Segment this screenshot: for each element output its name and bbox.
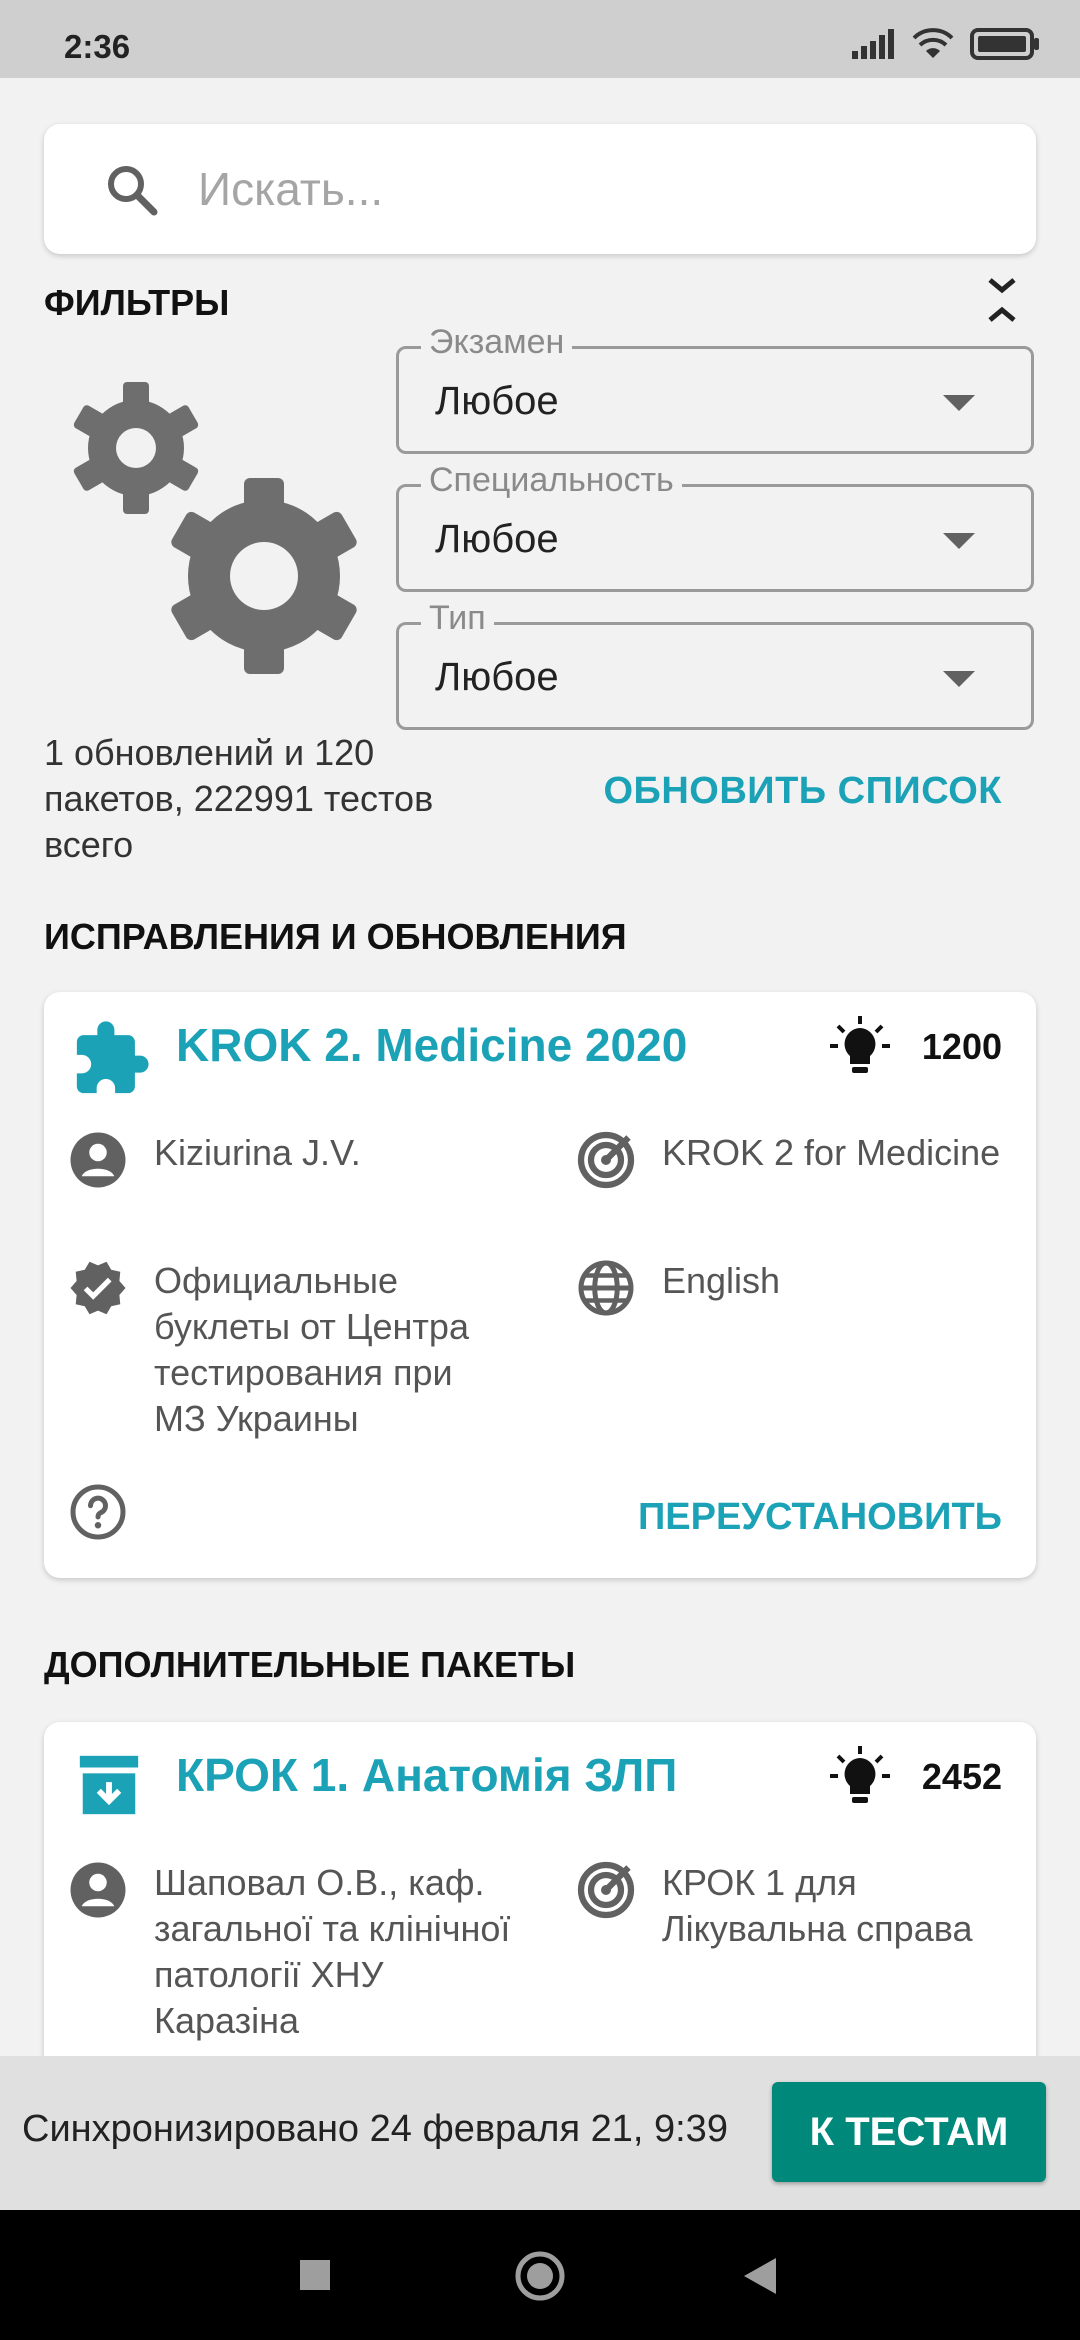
to-tests-button[interactable]: К ТЕСТАМ <box>772 2082 1046 2182</box>
update-package-card[interactable]: KROK 2. Medicine 2020 1200 Kiziurina J.V… <box>44 992 1036 1578</box>
system-nav-bar <box>0 2210 1080 2340</box>
lightbulb-icon <box>830 1746 890 1803</box>
home-icon[interactable] <box>514 2250 566 2302</box>
package-title: КРОК 1. Анатомія ЗЛП <box>176 1749 678 1801</box>
dropdown-arrow-icon <box>943 671 975 687</box>
type-dropdown[interactable]: Тип Любое <box>396 599 1034 730</box>
updates-section-title: ИСПРАВЛЕНИЯ И ОБНОВЛЕНИЯ <box>44 916 627 957</box>
target-icon <box>577 1131 635 1189</box>
type-dropdown-label: Тип <box>421 599 494 638</box>
globe-icon <box>578 1260 634 1316</box>
author-text: Kiziurina J.V. <box>154 1132 361 1173</box>
target-row: KROK 2 for Medicine <box>576 1130 1022 1190</box>
source-text: Официальные буклеты от Центра тестирован… <box>154 1260 469 1439</box>
exam-dropdown-value: Любое <box>435 379 559 423</box>
person-icon <box>70 1862 126 1918</box>
archive-download-icon <box>79 1755 139 1815</box>
status-time: 2:36 <box>64 28 131 65</box>
status-bar: 2:36 <box>0 0 1080 78</box>
search-icon <box>108 166 158 216</box>
puzzle-icon <box>76 1021 149 1094</box>
back-icon[interactable] <box>742 2256 778 2296</box>
exam-dropdown-label: Экзамен <box>421 323 573 362</box>
packages-section-title: ДОПОЛНИТЕЛЬНЫЕ ПАКЕТЫ <box>44 1644 576 1685</box>
language-text: English <box>662 1260 781 1301</box>
type-dropdown-value: Любое <box>435 655 559 699</box>
person-icon <box>70 1132 126 1188</box>
author-row: Шаповал О.В., каф. загальної та клінічно… <box>68 1860 514 2044</box>
target-text: KROK 2 for Medicine <box>662 1132 1001 1173</box>
package-question-count: 2452 <box>921 1756 1002 1797</box>
lightbulb-icon <box>830 1016 890 1073</box>
sync-bar: Синхронизировано 24 февраля 21, 9:39 К Т… <box>0 2056 1080 2210</box>
battery-icon <box>970 28 1039 60</box>
recents-icon[interactable] <box>298 2258 332 2292</box>
wifi-icon <box>912 28 954 58</box>
status-icons <box>852 28 1040 60</box>
exam-dropdown[interactable]: Экзамен Любое <box>396 323 1034 454</box>
dropdown-arrow-icon <box>943 395 975 411</box>
package-title: KROK 2. Medicine 2020 <box>176 1019 688 1071</box>
target-icon <box>577 1861 635 1919</box>
search-bar[interactable] <box>44 124 1036 254</box>
dropdown-arrow-icon <box>943 533 975 549</box>
specialty-dropdown[interactable]: Специальность Любое <box>396 461 1034 592</box>
collapse-icon[interactable] <box>980 272 1024 328</box>
filters-title: ФИЛЬТРЫ <box>44 282 230 323</box>
specialty-dropdown-value: Любое <box>435 517 559 561</box>
search-input[interactable] <box>198 154 998 224</box>
verified-badge-icon <box>70 1261 126 1315</box>
signal-icon <box>852 29 894 59</box>
author-text: Шаповал О.В., каф. загальної та клінічно… <box>154 1862 511 2041</box>
target-row: КРОК 1 для Лікувальна справа <box>576 1860 1042 1952</box>
sync-status-text: Синхронизировано 24 февраля 21, 9:39 <box>22 2108 728 2150</box>
language-row: English <box>576 1258 1022 1318</box>
packages-summary: 1 обновлений и 120 пакетов, 222991 тесто… <box>44 732 434 865</box>
author-row: Kiziurina J.V. <box>68 1130 514 1190</box>
package-question-count: 1200 <box>921 1026 1002 1067</box>
help-icon[interactable] <box>68 1482 128 1542</box>
source-row: Официальные буклеты от Центра тестирован… <box>68 1258 514 1442</box>
reinstall-button[interactable]: ПЕРЕУСТАНОВИТЬ <box>638 1496 1002 1539</box>
target-text: КРОК 1 для Лікувальна справа <box>662 1862 973 1949</box>
specialty-dropdown-label: Специальность <box>421 461 682 500</box>
refresh-list-button[interactable]: ОБНОВИТЬ СПИСОК <box>603 770 1002 813</box>
settings-gears-icon <box>73 382 357 674</box>
